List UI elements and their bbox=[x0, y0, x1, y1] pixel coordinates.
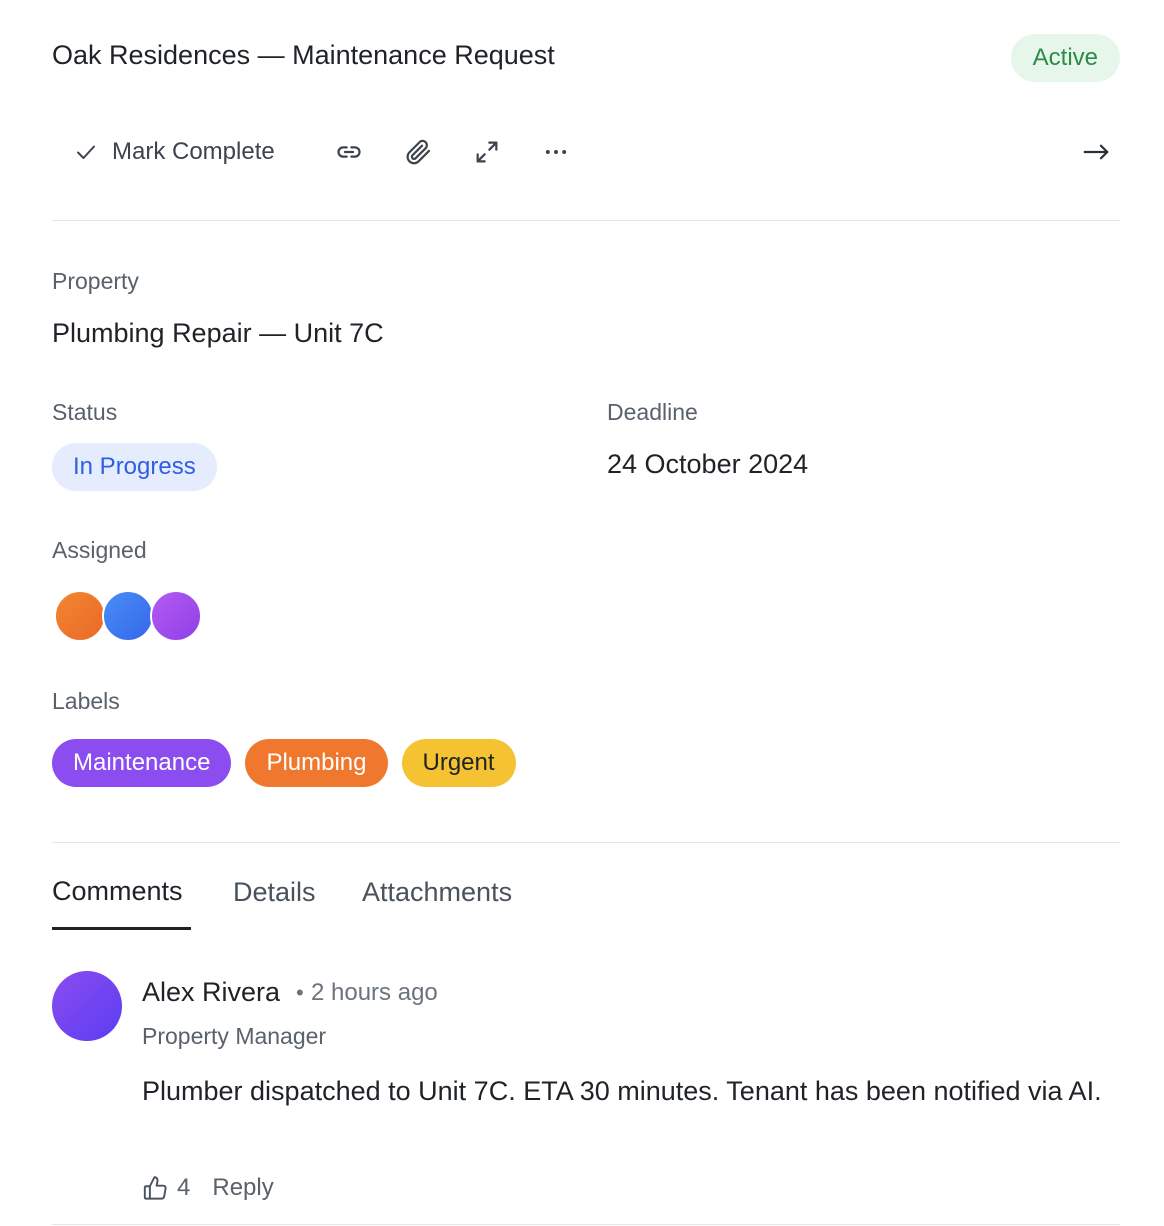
arrow-right-icon[interactable] bbox=[1078, 134, 1114, 170]
deadline-value: 24 October 2024 bbox=[607, 449, 809, 479]
status-pill[interactable]: In Progress bbox=[52, 443, 217, 491]
assigned-label: Assigned bbox=[52, 537, 147, 563]
property-value: Plumbing Repair — Unit 7C bbox=[52, 318, 384, 348]
mark-complete-label: Mark Complete bbox=[112, 138, 275, 165]
link-icon[interactable] bbox=[331, 134, 367, 170]
like-count: 4 bbox=[177, 1174, 191, 1201]
header: Oak Residences — Maintenance Request Act… bbox=[52, 34, 1120, 84]
bottom-divider bbox=[52, 1224, 1120, 1225]
page-title: Oak Residences — Maintenance Request bbox=[52, 40, 555, 70]
status-badge: Active bbox=[1010, 34, 1120, 82]
status-label: Status bbox=[52, 399, 118, 425]
more-icon[interactable] bbox=[538, 134, 574, 170]
paperclip-icon[interactable] bbox=[400, 134, 436, 170]
comment-body: Plumber dispatched to Unit 7C. ETA 30 mi… bbox=[142, 1076, 1102, 1106]
tab-details[interactable]: Details bbox=[233, 877, 316, 908]
comment-separator: • bbox=[296, 980, 304, 1005]
comment-author[interactable]: Alex Rivera bbox=[142, 977, 280, 1008]
tab-comments[interactable]: Comments bbox=[52, 876, 183, 907]
label-chip-urgent[interactable]: Urgent bbox=[401, 739, 516, 787]
toolbar-divider bbox=[52, 220, 1120, 221]
request-panel: Oak Residences — Maintenance Request Act… bbox=[52, 0, 1120, 1226]
tab-bar: Comments Details Attachments bbox=[52, 872, 752, 930]
property-label: Property bbox=[52, 268, 139, 294]
comment-avatar[interactable] bbox=[52, 971, 122, 1041]
comment-role: Property Manager bbox=[142, 1023, 327, 1049]
label-chip-plumbing[interactable]: Plumbing bbox=[245, 739, 388, 787]
deadline-label: Deadline bbox=[607, 399, 698, 425]
comment-timestamp: 2 hours ago bbox=[311, 979, 438, 1006]
labels-label: Labels bbox=[52, 688, 120, 714]
assignee-avatars bbox=[54, 590, 214, 642]
avatar[interactable] bbox=[102, 590, 154, 642]
comment-actions: 4 Reply bbox=[142, 1170, 274, 1206]
reply-button[interactable]: Reply bbox=[212, 1174, 273, 1202]
label-chip-maintenance[interactable]: Maintenance bbox=[52, 739, 232, 787]
tab-attachments[interactable]: Attachments bbox=[362, 877, 512, 908]
expand-icon[interactable] bbox=[469, 134, 505, 170]
like-button[interactable]: 4 bbox=[142, 1174, 190, 1202]
thumbs-up-icon bbox=[142, 1175, 169, 1202]
label-chips: Maintenance Plumbing Urgent bbox=[52, 739, 516, 787]
avatar[interactable] bbox=[150, 590, 202, 642]
avatar[interactable] bbox=[54, 590, 106, 642]
active-tab-indicator bbox=[52, 927, 191, 930]
check-icon bbox=[74, 140, 98, 164]
toolbar: Mark Complete bbox=[52, 126, 1120, 178]
section-divider bbox=[52, 842, 1120, 843]
mark-complete-button[interactable]: Mark Complete bbox=[74, 126, 275, 178]
